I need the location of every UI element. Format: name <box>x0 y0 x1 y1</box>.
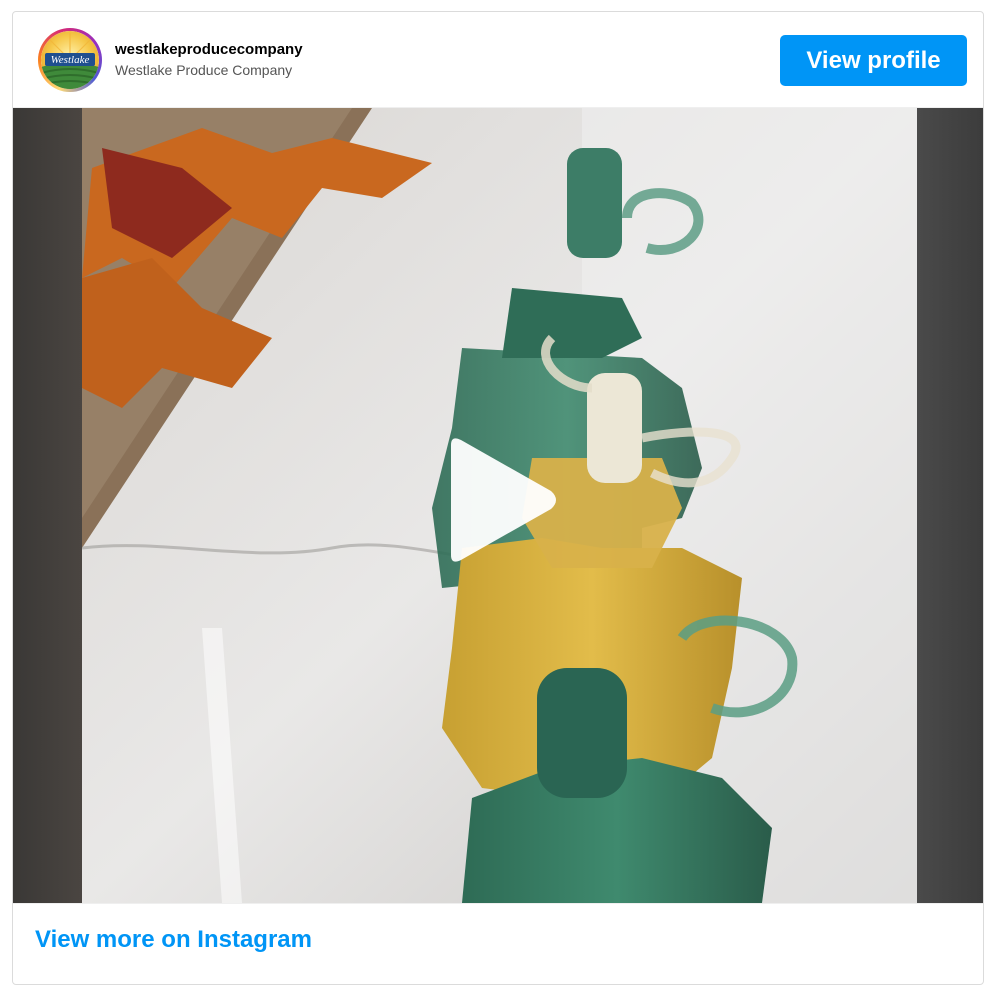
svg-text:Westlake: Westlake <box>51 54 90 66</box>
view-profile-button[interactable]: View profile <box>780 35 967 86</box>
video-thumbnail[interactable] <box>13 108 983 903</box>
post-footer: View more on Instagram <box>13 903 983 984</box>
letterbox-left <box>13 108 82 903</box>
westlake-logo: Westlake <box>41 31 99 89</box>
post-header: Westlake westlakeproducecompany Westlake… <box>13 12 983 108</box>
instagram-embed-card: Westlake westlakeproducecompany Westlake… <box>12 11 984 985</box>
view-more-on-instagram-link[interactable]: View more on Instagram <box>35 926 312 954</box>
letterbox-right <box>917 108 983 903</box>
play-icon[interactable] <box>443 435 563 565</box>
profile-full-name: Westlake Produce Company <box>115 62 293 78</box>
username-link[interactable]: westlakeproducecompany <box>115 41 303 58</box>
avatar[interactable]: Westlake <box>38 28 102 92</box>
